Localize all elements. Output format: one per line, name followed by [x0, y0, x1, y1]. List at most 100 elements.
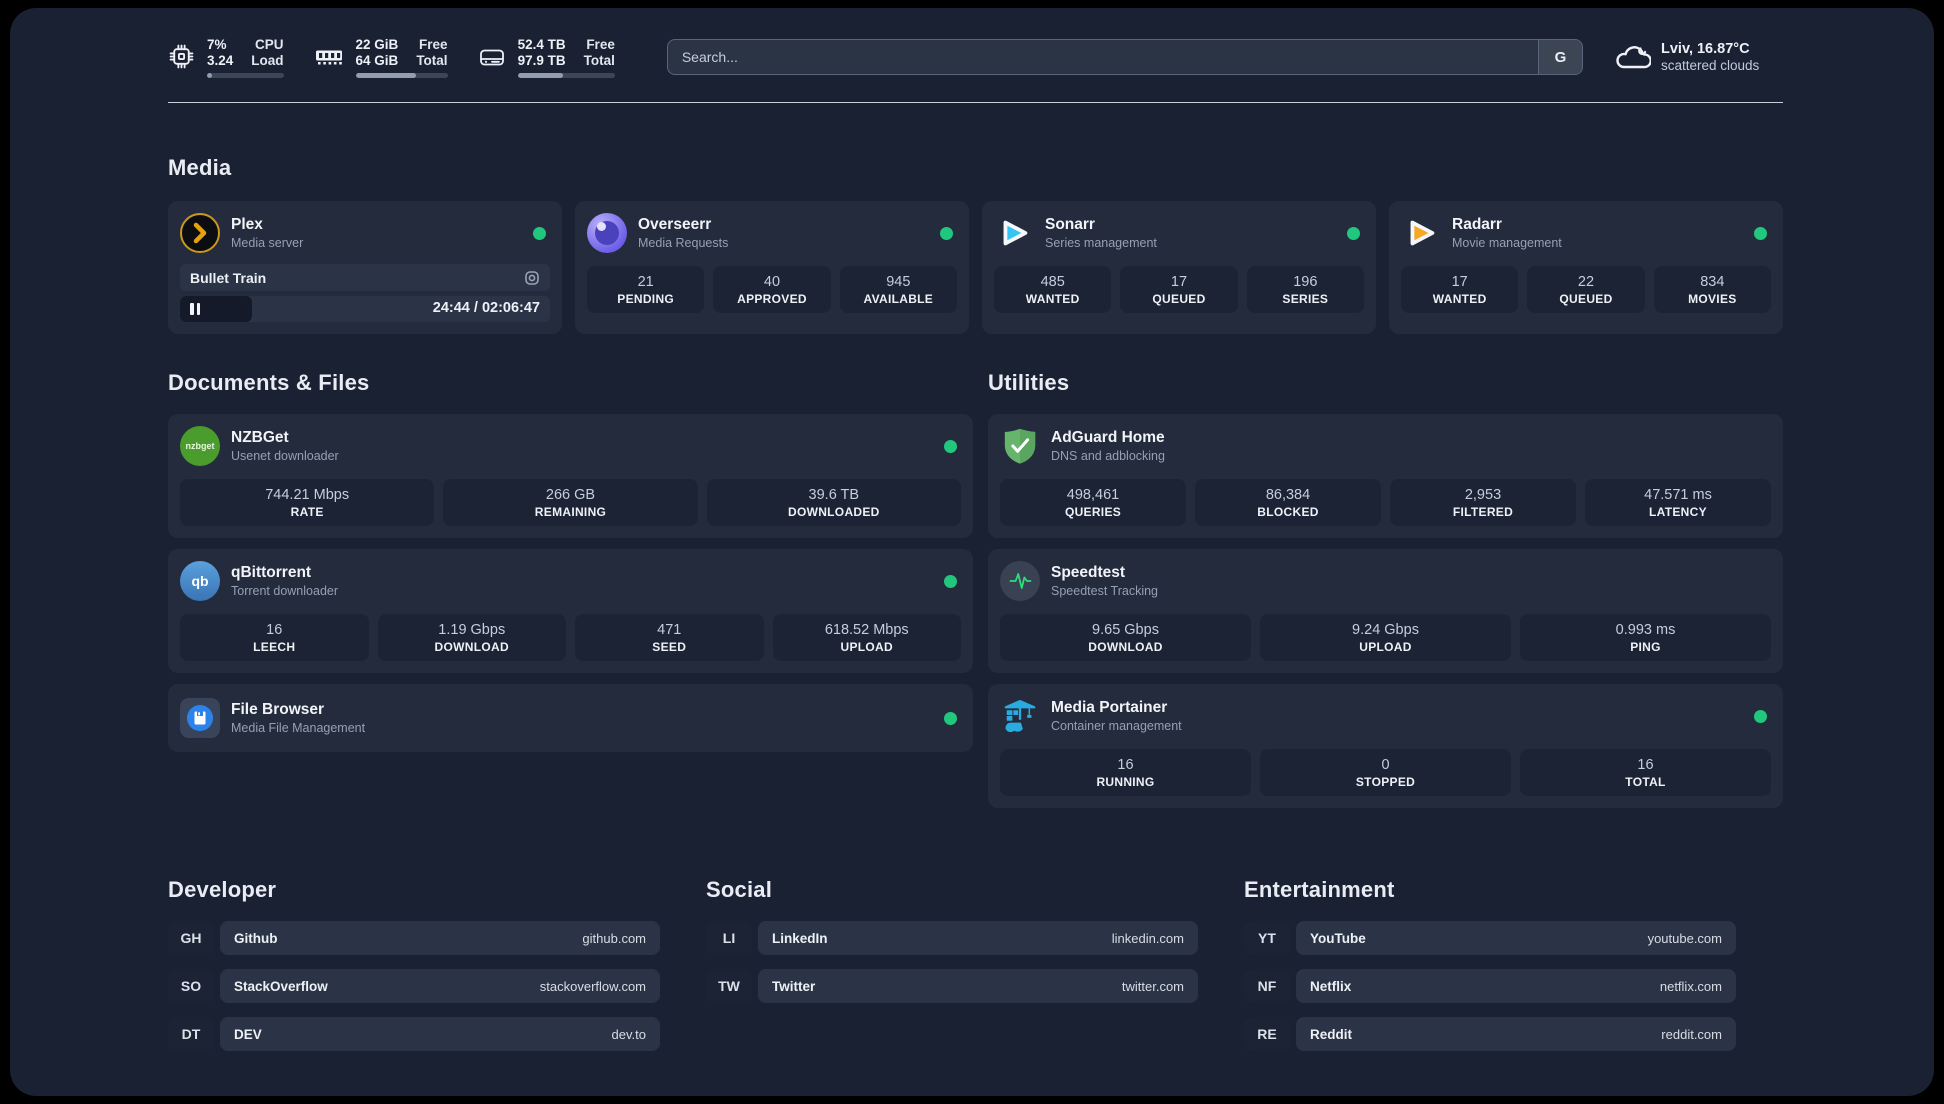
app-card-overseerr[interactable]: Overseerr Media Requests 21 PENDING 40 A… [575, 201, 969, 334]
header-divider [168, 102, 1783, 103]
stat-value: 2,953 [1464, 486, 1502, 503]
app-card-speedtest[interactable]: Speedtest Speedtest Tracking 9.65 Gbps D… [988, 549, 1783, 673]
stat-label: WANTED [1432, 291, 1487, 306]
section-title-social: Social [706, 877, 773, 902]
app-description: Usenet downloader [231, 449, 339, 463]
app-card-qbittorrent[interactable]: qb qBittorrent Torrent downloader 16 LEE… [168, 549, 973, 673]
app-card-sonarr[interactable]: Sonarr Series management 485 WANTED 17 Q… [982, 201, 1376, 334]
stat-value: 16 [266, 621, 283, 638]
app-name: NZBGet [231, 429, 289, 446]
status-indicator [944, 711, 957, 725]
media-grid: Plex Media server Bullet Train 24:44 / 0… [168, 201, 1783, 334]
app-description: Media server [231, 236, 304, 250]
app-card-filebrowser[interactable]: File Browser Media File Management [168, 684, 973, 752]
section-title-media: Media [168, 155, 232, 180]
status-indicator [1754, 709, 1767, 723]
stat-tile: 196 SERIES [1246, 266, 1364, 313]
stat-label: AVAILABLE [863, 291, 934, 306]
disk-stat: 52.4 TB Free 97.9 TB Total [478, 37, 615, 78]
stat-label: STOPPED [1355, 774, 1416, 789]
memory-stat-text: 22 GiB Free 64 GiB Total [355, 36, 448, 78]
link-tag: YT [1244, 921, 1290, 955]
link-reddit[interactable]: RE Reddit reddit.com [1244, 1017, 1736, 1051]
memory-total-value: 64 GiB [355, 52, 399, 68]
playback-progress-bar[interactable]: 24:44 / 02:06:47 [180, 296, 550, 322]
stat-value: 744.21 Mbps [265, 486, 350, 503]
link-url: dev.to [611, 1026, 646, 1042]
app-name: File Browser [231, 701, 325, 718]
stat-label: SERIES [1282, 291, 1329, 306]
now-playing-title: Bullet Train [190, 269, 267, 286]
app-card-portainer[interactable]: Media Portainer Container management 16 … [988, 684, 1783, 808]
radarr-icon [1401, 213, 1441, 253]
app-card-radarr[interactable]: Radarr Movie management 17 WANTED 22 QUE… [1389, 201, 1783, 334]
disk-progress-bar [517, 72, 615, 78]
app-name: qBittorrent [231, 564, 312, 581]
stat-label: QUEUED [1152, 291, 1206, 306]
plex-icon [180, 213, 220, 253]
stat-tile: 485 WANTED [994, 266, 1112, 313]
stat-tile: 21 PENDING [587, 266, 705, 313]
link-github[interactable]: GH Github github.com [168, 921, 660, 955]
disk-free-value: 52.4 TB [517, 36, 566, 52]
camera-icon[interactable] [524, 270, 540, 286]
stat-tile: 40 APPROVED [713, 266, 831, 313]
memory-total-label: Total [416, 52, 448, 68]
cpu-chip-icon [169, 44, 194, 68]
app-description: DNS and adblocking [1051, 449, 1165, 463]
status-indicator [1754, 226, 1767, 240]
link-name: Twitter [772, 978, 816, 994]
app-description: Series management [1045, 236, 1157, 250]
link-name: Netflix [1310, 978, 1352, 994]
stat-label: QUERIES [1064, 504, 1122, 519]
search-engine-button[interactable]: G [1538, 40, 1582, 74]
stat-value: 17 [1451, 273, 1468, 290]
qbittorrent-icon: qb [180, 561, 220, 601]
stat-tile: 266 GB REMAINING [443, 479, 698, 526]
stat-tile: 17 WANTED [1401, 266, 1519, 313]
link-stackoverflow[interactable]: SO StackOverflow stackoverflow.com [168, 969, 660, 1003]
stat-tile: 9.65 Gbps DOWNLOAD [1000, 614, 1251, 661]
app-description: Speedtest Tracking [1051, 584, 1159, 598]
status-indicator [533, 226, 546, 240]
stat-value: 485 [1040, 273, 1065, 290]
section-developer: Developer GH Github github.com SO StackO… [168, 877, 660, 1065]
app-name: Sonarr [1045, 216, 1095, 233]
memory-free-value: 22 GiB [355, 36, 399, 52]
link-twitter[interactable]: TW Twitter twitter.com [706, 969, 1198, 1003]
stat-tile: 834 MOVIES [1653, 266, 1771, 313]
app-card-nzbget[interactable]: nzbget NZBGet Usenet downloader 744.21 M… [168, 414, 973, 538]
status-indicator [940, 226, 953, 240]
app-description: Media File Management [231, 721, 366, 735]
ram-icon [315, 50, 342, 64]
stat-tile: 471 SEED [575, 614, 764, 661]
stat-label: PENDING [617, 291, 675, 306]
link-linkedin[interactable]: LI LinkedIn linkedin.com [706, 921, 1198, 955]
stat-value: 196 [1293, 273, 1318, 290]
cpu-load-label: Load [251, 52, 284, 68]
app-card-adguard[interactable]: AdGuard Home DNS and adblocking 498,461 … [988, 414, 1783, 538]
link-youtube[interactable]: YT YouTube youtube.com [1244, 921, 1736, 955]
pause-button[interactable] [190, 303, 200, 315]
stat-label: PING [1630, 639, 1661, 654]
stat-value: 9.65 Gbps [1092, 621, 1159, 638]
link-url: twitter.com [1121, 978, 1184, 994]
stat-value: 498,461 [1066, 486, 1120, 503]
stat-tile: 1.19 Gbps DOWNLOAD [377, 614, 566, 661]
stat-tile: 39.6 TB DOWNLOADED [706, 479, 961, 526]
section-title-documents: Documents & Files [168, 370, 370, 395]
stat-label: RUNNING [1096, 774, 1155, 789]
stat-tile: 2,953 FILTERED [1390, 479, 1576, 526]
link-dev-to[interactable]: DT DEV dev.to [168, 1017, 660, 1051]
link-netflix[interactable]: NF Netflix netflix.com [1244, 969, 1736, 1003]
app-description: Container management [1051, 719, 1182, 733]
stat-value: 0.993 ms [1615, 621, 1676, 638]
link-name: Reddit [1310, 1026, 1352, 1042]
stat-label: DOWNLOAD [1088, 639, 1163, 654]
section-utilities: Utilities AdGuard Home DNS and adblockin… [988, 370, 1783, 819]
link-tag: TW [706, 969, 752, 1003]
app-card-plex[interactable]: Plex Media server Bullet Train 24:44 / 0… [168, 201, 562, 334]
search-input[interactable] [667, 40, 1538, 74]
link-name: Github [234, 930, 278, 946]
link-tag: DT [168, 1017, 214, 1051]
